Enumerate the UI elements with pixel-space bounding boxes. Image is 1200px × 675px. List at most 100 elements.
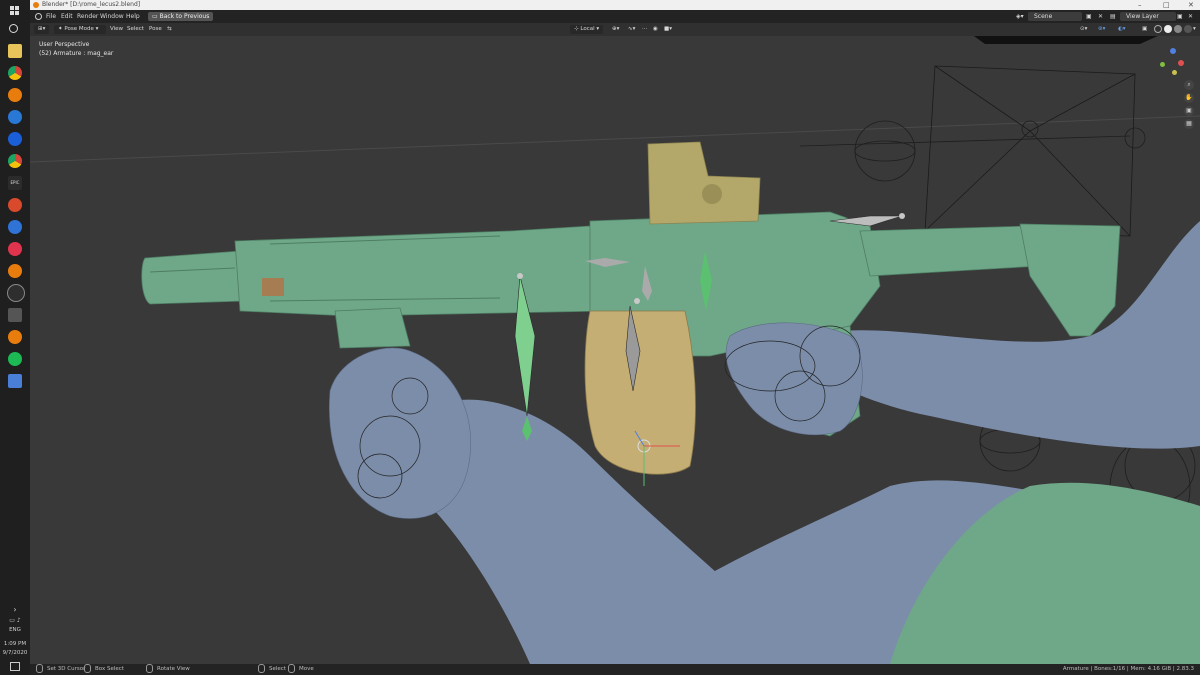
snap-icon[interactable]: ∿▾	[628, 23, 635, 36]
pose-options-icon[interactable]: ⇆	[167, 23, 172, 36]
mode-label: Pose Mode	[64, 26, 94, 32]
windows-start-icon[interactable]	[10, 6, 20, 16]
gizmo-y-axis[interactable]	[1160, 62, 1165, 67]
notifications-icon[interactable]	[10, 662, 20, 671]
gizmo-x-axis[interactable]	[1178, 60, 1184, 66]
overlay-toggle-icon[interactable]: ◐▾	[1118, 23, 1126, 36]
windows-taskbar: EPIC › ▭ ♪ ENG 1:09 PM 9/7/2020	[0, 0, 31, 675]
mode-dropdown[interactable]: ✦ Pose Mode ▾	[54, 25, 106, 34]
snap-target-icon[interactable]: ⋯	[642, 23, 648, 36]
zoom-icon[interactable]: ⌕	[1184, 80, 1194, 90]
app-icon[interactable]	[8, 220, 22, 234]
scene-stats: Armature | Bones:1/16 | Mem: 4.16 GiB | …	[1062, 666, 1194, 672]
chrome-icon[interactable]	[8, 154, 22, 168]
menu-help[interactable]: Help	[126, 10, 140, 23]
tray-icons[interactable]: ▭ ♪	[0, 617, 30, 624]
3d-viewport[interactable]: User Perspective (52) Armature : mag_ear…	[30, 36, 1200, 664]
gizmo-toggle-icon[interactable]: ⊛▾	[1098, 23, 1105, 36]
hint-rotate-view: Rotate View	[146, 664, 190, 675]
blender-icon[interactable]	[8, 264, 22, 278]
menu-pose[interactable]: Pose	[149, 23, 162, 36]
blender-icon[interactable]	[8, 330, 22, 344]
xray-toggle-icon[interactable]: ▣	[1142, 23, 1147, 36]
blender-icon[interactable]	[8, 88, 22, 102]
blender-menu-icon[interactable]	[35, 13, 42, 20]
mouse-icon	[288, 664, 295, 673]
scene-remove-icon[interactable]: ✕	[1098, 10, 1103, 23]
menu-edit[interactable]: Edit	[61, 10, 73, 23]
obs-icon[interactable]	[7, 284, 25, 302]
hint-select: Select	[258, 664, 286, 675]
menu-view[interactable]: View	[110, 23, 123, 36]
clock-time[interactable]: 1:09 PM	[0, 641, 30, 647]
file-explorer-icon[interactable]	[8, 44, 22, 58]
shading-options-icon[interactable]: ▾	[1193, 23, 1196, 36]
menu-file[interactable]: File	[46, 10, 56, 23]
ejection-detail	[262, 278, 284, 296]
camera-wireframe	[924, 36, 1158, 237]
back-to-previous-button[interactable]: ▭ Back to Previous	[148, 12, 214, 21]
epic-games-icon[interactable]: EPIC	[8, 176, 22, 190]
mouse-icon	[258, 664, 265, 673]
clock-date[interactable]: 9/7/2020	[0, 650, 30, 656]
viewport-header: ⊞▾ ✦ Pose Mode ▾ View Select Pose ⇆ ⊹ Lo…	[30, 23, 1200, 36]
chrome-icon[interactable]	[8, 66, 22, 80]
app-icon[interactable]	[8, 242, 22, 256]
minimize-button[interactable]: –	[1138, 0, 1142, 10]
handguard	[234, 225, 606, 317]
perspective-toggle-icon[interactable]: ▦	[1184, 119, 1194, 129]
menu-render[interactable]: Render	[77, 10, 98, 23]
language-indicator[interactable]: ENG	[0, 627, 30, 633]
maps-icon[interactable]	[8, 132, 22, 146]
status-bar: Set 3D Cursor Box Select Rotate View Sel…	[30, 664, 1200, 675]
app-icon[interactable]	[8, 374, 22, 388]
perspective-label: User Perspective	[39, 41, 90, 48]
search-icon[interactable]	[9, 24, 18, 33]
app-icon[interactable]	[8, 308, 22, 322]
suppressor	[141, 250, 246, 305]
stock-brace	[1019, 223, 1121, 337]
hint-box-select: Box Select	[84, 664, 124, 675]
active-object-label: (52) Armature : mag_ear	[39, 50, 114, 57]
scene-copy-icon[interactable]: ▣	[1086, 10, 1092, 23]
camera-view-icon[interactable]: ▣	[1184, 106, 1194, 116]
editor-type-dropdown[interactable]: ⊞▾	[34, 25, 50, 34]
window-title: Blender* [D:\rome_lecus2.blend]	[42, 1, 141, 8]
chevron-up-icon[interactable]: ›	[0, 605, 30, 614]
pan-icon[interactable]: ✋	[1184, 93, 1194, 103]
wireframe-shading-icon[interactable]	[1154, 25, 1162, 33]
window-titlebar: Blender* [D:\rome_lecus2.blend] – □ ✕	[30, 0, 1200, 10]
spotify-icon[interactable]	[8, 352, 22, 366]
proportional-edit-icon[interactable]: ◉	[653, 23, 658, 36]
top-menubar: File Edit Render Window Help ▭ Back to P…	[30, 10, 1200, 23]
menu-select[interactable]: Select	[127, 23, 144, 36]
maximize-button[interactable]: □	[1163, 0, 1170, 10]
view-object-types-icon[interactable]: ⊙▾	[1080, 23, 1087, 36]
material-shading-icon[interactable]	[1174, 25, 1182, 33]
back-icon: ▭	[152, 13, 160, 20]
gizmo-neg-z[interactable]	[1172, 70, 1177, 75]
close-button[interactable]: ✕	[1188, 0, 1194, 10]
transform-orientation-dropdown[interactable]: ⊹ Local ▾	[570, 25, 604, 34]
view-layer-icon[interactable]: ▤	[1110, 10, 1116, 23]
app-icon[interactable]	[8, 110, 22, 124]
proportional-falloff-icon[interactable]: ■▾	[664, 23, 672, 36]
back-to-previous-label: Back to Previous	[159, 13, 210, 20]
rendered-shading-icon[interactable]	[1184, 25, 1192, 33]
view-layer-copy-icon[interactable]: ▣	[1177, 10, 1183, 23]
view-layer-selector[interactable]: View Layer	[1120, 12, 1176, 21]
view-layer-label: View Layer	[1126, 13, 1159, 20]
navigation-gizmo[interactable]	[1156, 46, 1190, 80]
sight-lens	[702, 184, 722, 204]
scene-selector[interactable]: Scene	[1028, 12, 1082, 21]
app-icon[interactable]	[8, 198, 22, 212]
menu-window[interactable]: Window	[100, 10, 124, 23]
pivot-point-icon[interactable]: ⊕▾	[612, 23, 619, 36]
view-layer-remove-icon[interactable]: ✕	[1188, 10, 1193, 23]
scene-icon[interactable]: ◈▾	[1016, 10, 1024, 23]
gizmo-z-axis[interactable]	[1170, 48, 1176, 54]
system-tray: › ▭ ♪ ENG 1:09 PM 9/7/2020	[0, 605, 30, 675]
solid-shading-icon[interactable]	[1164, 25, 1172, 33]
blender-logo-icon	[33, 2, 39, 8]
scene-label: Scene	[1034, 13, 1053, 20]
